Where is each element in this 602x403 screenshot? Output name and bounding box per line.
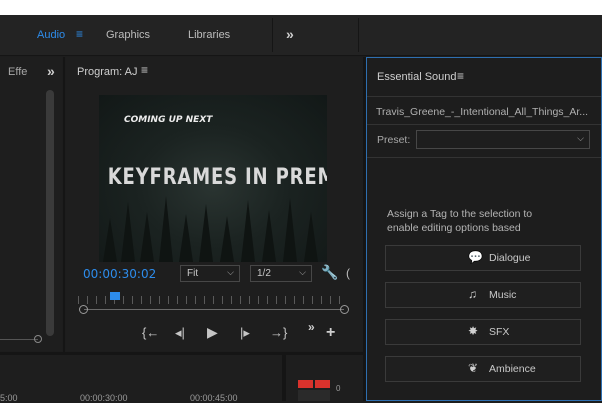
window-top-strip — [0, 0, 602, 15]
preset-dropdown[interactable]: ⌵ — [416, 130, 590, 149]
burst-icon: ✸ — [468, 324, 479, 338]
tag-ambience-label: Ambience — [489, 363, 536, 375]
essential-sound-header-divider — [367, 96, 601, 97]
meter-clip-indicator-left[interactable] — [298, 380, 313, 388]
workspace-bar — [0, 15, 602, 56]
play-icon[interactable]: ▶ — [207, 324, 218, 341]
essential-sound-title[interactable]: Essential Sound — [377, 71, 457, 83]
clip-divider — [367, 124, 601, 125]
chevron-down-icon: ⌵ — [299, 267, 306, 277]
timeline-ruler-label-30: 00:00:30:00 — [80, 393, 128, 403]
fit-dropdown-value: Fit — [187, 268, 199, 279]
tag-music-button[interactable]: ♫ Music — [385, 282, 581, 308]
timeline-ruler-label-45: 00:00:45:00 — [190, 393, 238, 403]
meter-clip-indicator-right[interactable] — [315, 380, 330, 388]
go-to-in-icon[interactable]: {← — [142, 325, 159, 340]
workspace-tab-audio[interactable]: Audio — [37, 29, 65, 41]
video-headline-clip: G KEYFRAMES IN PREMI — [99, 163, 327, 195]
workspace-tab-libraries[interactable]: Libraries — [188, 29, 230, 41]
workspace-tab-graphics[interactable]: Graphics — [106, 29, 150, 41]
tag-sfx-button[interactable]: ✸ SFX — [385, 319, 581, 345]
effects-h-scroll-handle[interactable] — [34, 335, 42, 343]
tag-dialogue-label: Dialogue — [489, 252, 531, 264]
step-forward-icon[interactable]: |▸ — [240, 325, 250, 341]
tag-music-label: Music — [489, 289, 517, 301]
resolution-dropdown-value: 1/2 — [257, 268, 271, 279]
program-monitor-title[interactable]: Program: AJ — [77, 66, 138, 78]
monitor-zoom-track — [84, 309, 344, 310]
zoom-handle-left[interactable] — [79, 305, 88, 314]
meter-scale-label: 0 — [336, 384, 341, 393]
wrench-settings-icon[interactable]: 🔧 — [321, 264, 338, 281]
more-controls-button[interactable]: » — [308, 320, 315, 334]
preset-divider — [367, 157, 601, 158]
audio-meter-bars — [298, 390, 330, 401]
effects-scrollbar[interactable] — [46, 90, 54, 336]
monitor-playhead[interactable] — [110, 292, 120, 300]
audio-workspace-menu-icon[interactable]: ≡ — [76, 27, 83, 41]
speech-bubble-icon: 💬 — [468, 250, 483, 264]
fit-dropdown[interactable]: Fit ⌵ — [180, 265, 240, 282]
zoom-handle-right[interactable] — [340, 305, 349, 314]
preset-label: Preset: — [377, 134, 411, 146]
music-note-icon: ♫ — [468, 287, 477, 301]
effects-h-scroll-track — [0, 339, 38, 340]
chevron-down-icon: ⌵ — [227, 267, 234, 277]
chevron-down-icon: ⌵ — [577, 133, 584, 143]
video-headline-text: G KEYFRAMES IN PREMI — [99, 165, 327, 190]
overflow-bracket-icon: ( — [346, 266, 350, 280]
add-button[interactable]: + — [326, 324, 335, 342]
more-workspaces-button[interactable]: » — [286, 26, 294, 42]
panel-divider-left — [63, 57, 65, 353]
workspace-divider-right — [358, 18, 359, 52]
timeline-panel — [0, 355, 282, 401]
essential-sound-menu-icon[interactable]: ≡ — [457, 69, 464, 83]
assign-tag-text-line2: enable editing options based — [387, 222, 521, 234]
tag-dialogue-button[interactable]: 💬 Dialogue — [385, 245, 581, 271]
workspace-divider — [272, 18, 273, 52]
tag-ambience-button[interactable]: ❦ Ambience — [385, 356, 581, 382]
effects-more-button[interactable]: » — [47, 63, 55, 79]
go-to-out-icon[interactable]: →} — [270, 325, 287, 340]
program-monitor-menu-icon[interactable]: ≡ — [141, 63, 148, 77]
effects-panel-tab[interactable]: Effe — [8, 66, 27, 78]
timeline-ruler-label-left: 5:00 — [0, 393, 18, 403]
assign-tag-text-line1: Assign a Tag to the selection to — [387, 208, 533, 220]
step-back-icon[interactable]: ◂| — [175, 325, 185, 341]
video-subtitle-text: COMING UP NEXT — [124, 115, 213, 125]
clip-name-label: Travis_Greene_-_Intentional_All_Things_A… — [376, 106, 589, 118]
leaf-icon: ❦ — [468, 361, 479, 375]
playhead-timecode[interactable]: 00:00:30:02 — [83, 267, 156, 281]
tag-sfx-label: SFX — [489, 326, 510, 338]
resolution-dropdown[interactable]: 1/2 ⌵ — [250, 265, 312, 282]
